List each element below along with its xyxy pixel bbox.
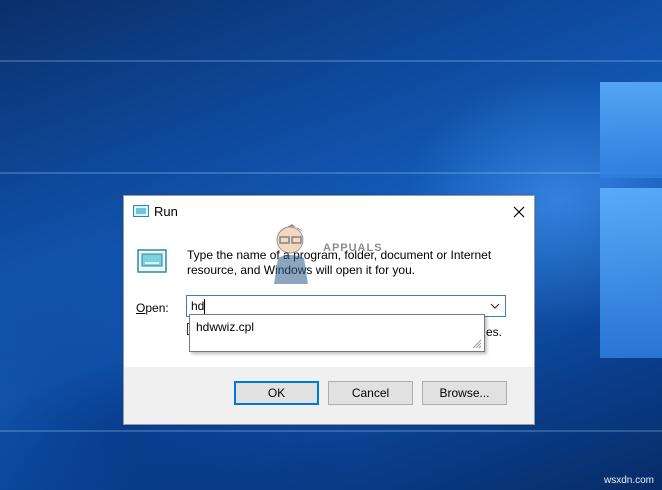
obscured-text: es. bbox=[486, 325, 503, 339]
light-beam bbox=[0, 60, 662, 62]
site-credit: wsxdn.com bbox=[603, 475, 654, 486]
windows-logo-graphic bbox=[596, 80, 662, 370]
mascot-icon bbox=[274, 224, 308, 284]
open-input[interactable]: hd bbox=[191, 299, 204, 313]
text-caret bbox=[204, 299, 205, 314]
run-app-icon bbox=[133, 205, 149, 217]
open-label: Open: bbox=[136, 301, 169, 315]
light-beam bbox=[0, 172, 662, 174]
watermark-logo: APPUALS bbox=[268, 220, 398, 284]
chevron-down-icon[interactable] bbox=[489, 300, 501, 312]
resize-grip-icon[interactable] bbox=[472, 339, 482, 349]
browse-button[interactable]: Browse... bbox=[422, 381, 507, 405]
ok-button[interactable]: OK bbox=[234, 381, 319, 405]
autocomplete-dropdown: hdwwiz.cpl bbox=[189, 314, 485, 352]
run-large-icon bbox=[137, 249, 167, 273]
watermark-text: APPUALS bbox=[323, 242, 383, 254]
light-beam bbox=[0, 430, 662, 432]
close-icon bbox=[513, 206, 525, 217]
close-button[interactable] bbox=[504, 196, 534, 227]
cancel-button[interactable]: Cancel bbox=[328, 381, 413, 405]
open-label-accesskey: O bbox=[136, 301, 146, 315]
button-bar: OK Cancel Browse... bbox=[124, 367, 534, 424]
open-label-text: pen: bbox=[145, 301, 169, 315]
autocomplete-item[interactable]: hdwwiz.cpl bbox=[196, 320, 254, 334]
window-title: Run bbox=[154, 204, 178, 219]
